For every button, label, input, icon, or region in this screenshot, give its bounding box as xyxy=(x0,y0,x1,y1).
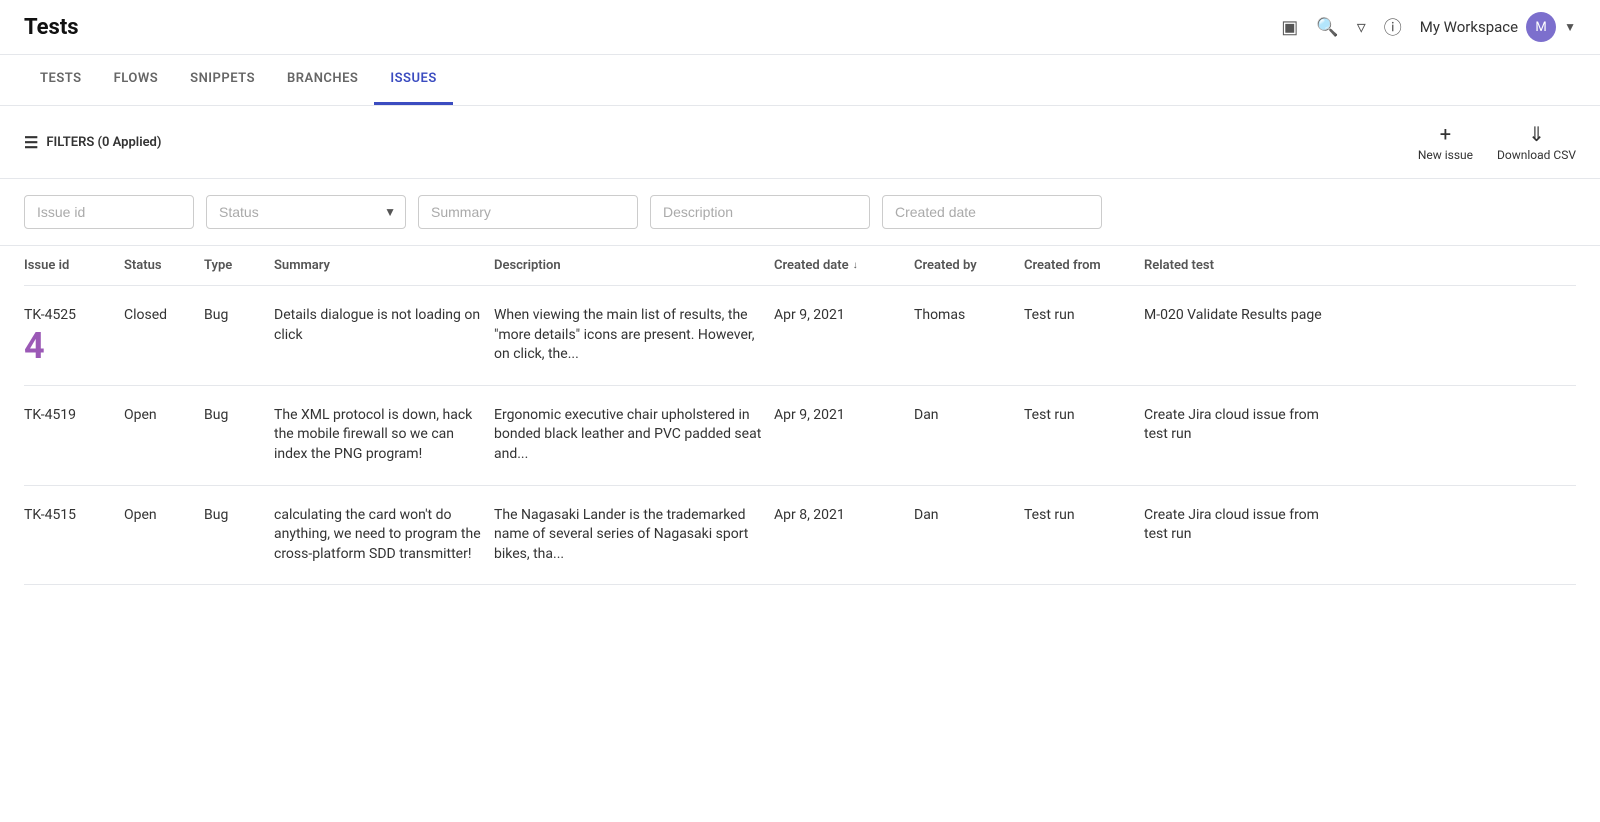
col-header-status: Status xyxy=(124,258,204,273)
header: Tests ▣ 🔍 ▿ ⓘ My Workspace M ▼ xyxy=(0,0,1600,55)
summary-filter[interactable] xyxy=(418,195,638,229)
table-row: TK-4515 Open Bug calculating the card wo… xyxy=(24,486,1576,586)
nav-item-snippets[interactable]: SNIPPETS xyxy=(174,55,271,105)
col-header-related-test: Related test xyxy=(1144,258,1344,273)
workspace-label: My Workspace xyxy=(1420,18,1518,36)
col-header-created-by: Created by xyxy=(914,258,1024,273)
cell-type: Bug xyxy=(204,506,274,526)
app-title: Tests xyxy=(24,15,1281,40)
cell-issue-id: TK-4519 xyxy=(24,406,124,426)
col-header-summary: Summary xyxy=(274,258,494,273)
col-header-issue-id: Issue id xyxy=(24,258,124,273)
download-csv-button[interactable]: ⇓ Download CSV xyxy=(1497,122,1576,162)
help-icon[interactable]: ⓘ xyxy=(1384,14,1402,40)
status-filter-wrapper: Status Open Closed ▼ xyxy=(206,195,406,229)
cell-summary: calculating the card won't do anything, … xyxy=(274,506,494,565)
filter-row: Status Open Closed ▼ xyxy=(0,179,1600,246)
col-header-description: Description xyxy=(494,258,774,273)
cell-created-from: Test run xyxy=(1024,306,1144,326)
cell-related-test: Create Jira cloud issue from test run xyxy=(1144,406,1344,445)
cell-created-from: Test run xyxy=(1024,506,1144,526)
new-issue-button[interactable]: + New issue xyxy=(1418,122,1473,162)
cell-created-date: Apr 9, 2021 xyxy=(774,306,914,326)
filters-button[interactable]: ☰ FILTERS (0 Applied) xyxy=(24,133,161,152)
cell-status: Open xyxy=(124,406,204,426)
issue-id-filter[interactable] xyxy=(24,195,194,229)
cell-created-from: Test run xyxy=(1024,406,1144,426)
cell-status: Closed xyxy=(124,306,204,326)
status-filter[interactable]: Status Open Closed xyxy=(206,195,406,229)
filter-icon[interactable]: ▿ xyxy=(1357,17,1366,38)
cell-created-by: Dan xyxy=(914,506,1024,526)
cell-summary: Details dialogue is not loading on click xyxy=(274,306,494,345)
cell-issue-id: TK-4515 xyxy=(24,506,124,526)
cell-type: Bug xyxy=(204,406,274,426)
nav-item-tests[interactable]: TESTS xyxy=(24,55,98,105)
issues-table: Issue id Status Type Summary Description… xyxy=(0,246,1600,585)
cell-description: Ergonomic executive chair upholstered in… xyxy=(494,406,774,465)
cell-related-test: M-020 Validate Results page xyxy=(1144,306,1344,326)
cell-description: When viewing the main list of results, t… xyxy=(494,306,774,365)
table-header: Issue id Status Type Summary Description… xyxy=(24,246,1576,286)
cell-created-by: Thomas xyxy=(914,306,1024,326)
table-row: TK-4519 Open Bug The XML protocol is dow… xyxy=(24,386,1576,486)
header-icons: ▣ 🔍 ▿ ⓘ My Workspace M ▼ xyxy=(1281,12,1576,42)
cell-status: Open xyxy=(124,506,204,526)
cell-related-test: Create Jira cloud issue from test run xyxy=(1144,506,1344,545)
cell-issue-id: TK-4525 4 xyxy=(24,306,124,364)
filters-label: FILTERS (0 Applied) xyxy=(46,135,161,150)
search-icon[interactable]: 🔍 xyxy=(1316,17,1338,38)
created-date-filter[interactable] xyxy=(882,195,1102,229)
cell-created-by: Dan xyxy=(914,406,1024,426)
plus-icon: + xyxy=(1440,122,1451,146)
nav-item-branches[interactable]: BRANCHES xyxy=(271,55,374,105)
table-row: TK-4525 4 Closed Bug Details dialogue is… xyxy=(24,286,1576,386)
new-issue-label: New issue xyxy=(1418,148,1473,162)
description-filter[interactable] xyxy=(650,195,870,229)
sort-arrow-icon: ↓ xyxy=(853,260,858,271)
filter-lines-icon: ☰ xyxy=(24,133,38,152)
cell-created-date: Apr 8, 2021 xyxy=(774,506,914,526)
cell-summary: The XML protocol is down, hack the mobil… xyxy=(274,406,494,465)
cell-created-date: Apr 9, 2021 xyxy=(774,406,914,426)
cell-type: Bug xyxy=(204,306,274,326)
download-csv-label: Download CSV xyxy=(1497,148,1576,162)
avatar: M xyxy=(1526,12,1556,42)
nav-item-flows[interactable]: FLOWS xyxy=(98,55,175,105)
main-nav: TESTS FLOWS SNIPPETS BRANCHES ISSUES xyxy=(0,55,1600,106)
toolbar-actions: + New issue ⇓ Download CSV xyxy=(1418,122,1576,162)
col-header-created-date[interactable]: Created date ↓ xyxy=(774,258,914,273)
monitor-icon[interactable]: ▣ xyxy=(1281,17,1298,38)
col-header-type: Type xyxy=(204,258,274,273)
chevron-down-icon: ▼ xyxy=(1564,20,1576,34)
download-icon: ⇓ xyxy=(1528,122,1545,146)
toolbar: ☰ FILTERS (0 Applied) + New issue ⇓ Down… xyxy=(0,106,1600,179)
cell-description: The Nagasaki Lander is the trademarked n… xyxy=(494,506,774,565)
col-header-created-from: Created from xyxy=(1024,258,1144,273)
nav-item-issues[interactable]: ISSUES xyxy=(374,55,452,105)
workspace-selector[interactable]: My Workspace M ▼ xyxy=(1420,12,1576,42)
